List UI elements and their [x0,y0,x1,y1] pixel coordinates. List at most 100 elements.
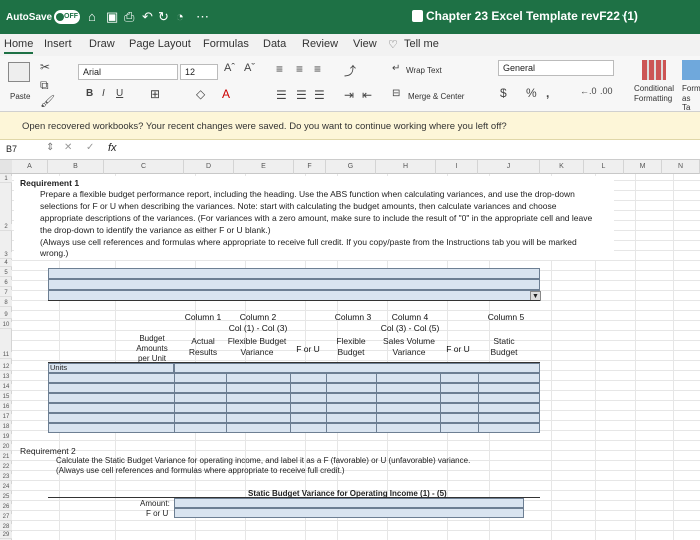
align-middle-icon[interactable]: ≡ [296,62,303,76]
bold-icon[interactable]: B [86,88,93,99]
wrap-text-icon[interactable]: ↵ [392,63,400,74]
tab-data[interactable]: Data [263,38,286,50]
borders-icon[interactable]: ⊞ [150,87,160,101]
col-header-c[interactable]: C [104,160,184,174]
row-header[interactable]: 12 [0,364,12,371]
stepper-icon[interactable]: ⇕ [46,142,54,153]
amount-input[interactable] [174,498,524,508]
format-as-label[interactable]: Form [682,84,700,93]
col-header-l[interactable]: L [584,160,624,174]
row-header[interactable]: 11 [0,352,12,359]
row-header[interactable]: 17 [0,414,12,421]
home-icon[interactable]: ⌂ [88,9,96,24]
undo-icon[interactable]: ↶ [142,9,153,25]
formula-input[interactable] [128,142,698,157]
align-left-icon[interactable]: ☰ [276,88,287,102]
conditional-label[interactable]: Conditional [634,84,674,93]
fill-color-icon[interactable]: ◇ [196,87,205,101]
align-center-icon[interactable]: ☰ [296,88,307,102]
row-header[interactable]: 14 [0,384,12,391]
chevron-down-icon[interactable]: ⌄ [620,9,628,20]
row-header[interactable]: 28 [0,524,12,531]
italic-icon[interactable]: I [102,88,105,99]
row-header[interactable]: 16 [0,404,12,411]
row-header[interactable]: 10 [0,322,12,329]
row-header[interactable]: 29 [0,532,12,539]
col-header-i[interactable]: I [436,160,478,174]
row-header[interactable]: 4 [0,260,12,267]
row-header[interactable]: 6 [0,280,12,287]
tab-insert[interactable]: Insert [44,38,72,50]
tab-page-layout[interactable]: Page Layout [129,38,191,50]
f-or-u-input[interactable] [174,508,524,518]
redo-icon[interactable]: ↻ [158,9,169,25]
conditional-formatting-icon[interactable] [642,60,666,80]
align-bottom-icon[interactable]: ≡ [314,62,321,76]
merge-center-label[interactable]: Merge & Center [408,92,464,101]
row-header[interactable]: 13 [0,374,12,381]
col-header-a[interactable]: A [12,160,48,174]
col-header-f[interactable]: F [294,160,326,174]
tab-view[interactable]: View [353,38,377,50]
data-row[interactable] [48,393,540,403]
save-icon[interactable]: ▣ [106,9,118,25]
font-name-box[interactable]: Arial [78,64,178,80]
align-right-icon[interactable]: ☰ [314,88,325,102]
cut-icon[interactable]: ✂ [40,60,50,74]
indent-icon[interactable]: ⇥ [344,88,354,102]
data-row[interactable] [48,373,540,383]
wrap-text-label[interactable]: Wrap Text [406,66,442,75]
format-as-table-icon[interactable] [682,60,700,80]
row-header[interactable]: 8 [0,300,12,307]
row-header[interactable]: 25 [0,494,12,501]
col-header-m[interactable]: M [624,160,662,174]
tab-formulas[interactable]: Formulas [203,38,249,50]
row-header[interactable]: 20 [0,444,12,451]
align-top-icon[interactable]: ≡ [276,62,283,76]
format-painter-icon[interactable]: 🖌 [40,94,55,108]
decrease-decimal-icon[interactable]: .00 [600,86,613,96]
underline-icon[interactable]: U [116,88,123,99]
data-row[interactable] [48,383,540,393]
orientation-icon[interactable]: ⤴ [344,62,356,79]
currency-icon[interactable]: $ [500,86,507,100]
increase-decimal-icon[interactable]: ←.0 [580,86,597,96]
percent-icon[interactable]: % [526,86,537,100]
font-size-box[interactable]: 12 [180,64,218,80]
data-row[interactable] [48,413,540,423]
number-format-box[interactable]: General [498,60,614,76]
print-icon[interactable]: ⎙ [124,9,134,25]
enter-icon[interactable]: ✓ [86,142,94,153]
row-header[interactable]: 5 [0,270,12,277]
autosave-toggle[interactable]: OFF [54,10,80,24]
decrease-font-icon[interactable]: Aˇ [244,62,255,74]
row-header[interactable]: 24 [0,484,12,491]
units-row-inputs[interactable] [174,363,540,373]
row-header[interactable]: 26 [0,504,12,511]
heading-input-row[interactable] [48,268,540,279]
row-header[interactable]: 15 [0,394,12,401]
row-header[interactable]: 7 [0,290,12,297]
col-header-b[interactable]: B [48,160,104,174]
row-header[interactable]: 3 [0,252,12,259]
heading-input-row[interactable] [48,279,540,290]
select-all-corner[interactable] [0,160,12,174]
tab-home[interactable]: Home [4,38,34,54]
row-header[interactable]: 19 [0,434,12,441]
more-icon[interactable]: ⋯ [196,9,209,25]
col-header-d[interactable]: D [184,160,234,174]
row-header[interactable]: 9 [0,312,12,319]
data-row[interactable] [48,403,540,413]
formatting-label[interactable]: Formatting [634,94,672,103]
spreadsheet-grid[interactable]: A B C D E F G H I J K L M N 1 2 3 4 5 6 … [0,160,700,540]
cancel-icon[interactable]: ✕ [64,142,72,153]
copy-icon[interactable]: ⧉ [40,78,49,93]
col-header-h[interactable]: H [376,160,436,174]
tell-me[interactable]: Tell me [404,38,439,50]
increase-font-icon[interactable]: Aˆ [224,62,235,74]
merge-icon[interactable]: ⊟ [392,88,400,99]
row-header[interactable]: 2 [0,224,12,231]
paste-icon[interactable] [8,62,30,82]
row-header[interactable]: 23 [0,474,12,481]
customize-icon[interactable]: ◔ [176,9,184,24]
